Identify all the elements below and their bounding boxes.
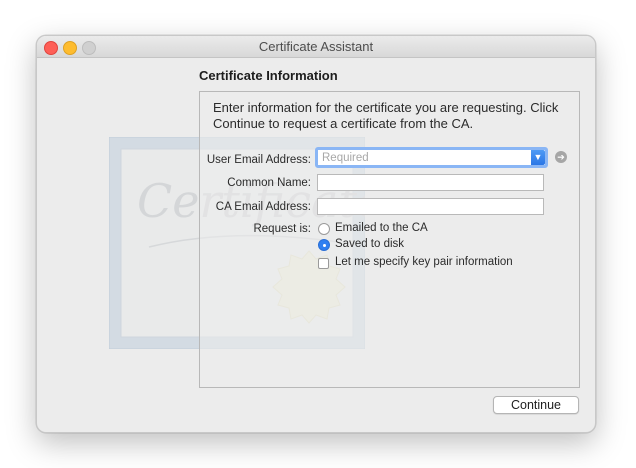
title-bar[interactable]: Certificate Assistant <box>37 36 595 58</box>
certificate-assistant-window: Certificate Assistant Certificate Certif… <box>36 35 596 433</box>
request-is-label: Request is: <box>253 223 311 235</box>
saved-to-disk-radio[interactable] <box>318 239 330 251</box>
user-email-label: User Email Address: <box>206 154 311 166</box>
saved-option-label[interactable]: Saved to disk <box>335 238 404 250</box>
ca-email-field[interactable] <box>317 198 544 215</box>
emailed-option-label[interactable]: Emailed to the CA <box>335 222 428 234</box>
intro-text: Enter information for the certificate yo… <box>213 100 559 131</box>
section-heading: Certificate Information <box>199 68 338 83</box>
common-name-label: Common Name: <box>227 177 311 189</box>
user-email-combobox[interactable]: ▼ <box>315 147 548 168</box>
ca-email-label: CA Email Address: <box>215 201 311 213</box>
continue-button[interactable]: Continue <box>493 396 579 414</box>
specify-key-label[interactable]: Let me specify key pair information <box>335 256 513 268</box>
specify-key-checkbox[interactable] <box>318 258 329 269</box>
chevron-down-icon[interactable]: ▼ <box>531 150 545 165</box>
common-name-field[interactable] <box>317 174 544 191</box>
user-email-input[interactable] <box>320 151 529 165</box>
window-title: Certificate Assistant <box>258 39 374 54</box>
back-arrow-icon[interactable]: ➔ <box>555 151 567 163</box>
emailed-radio[interactable] <box>318 223 330 235</box>
